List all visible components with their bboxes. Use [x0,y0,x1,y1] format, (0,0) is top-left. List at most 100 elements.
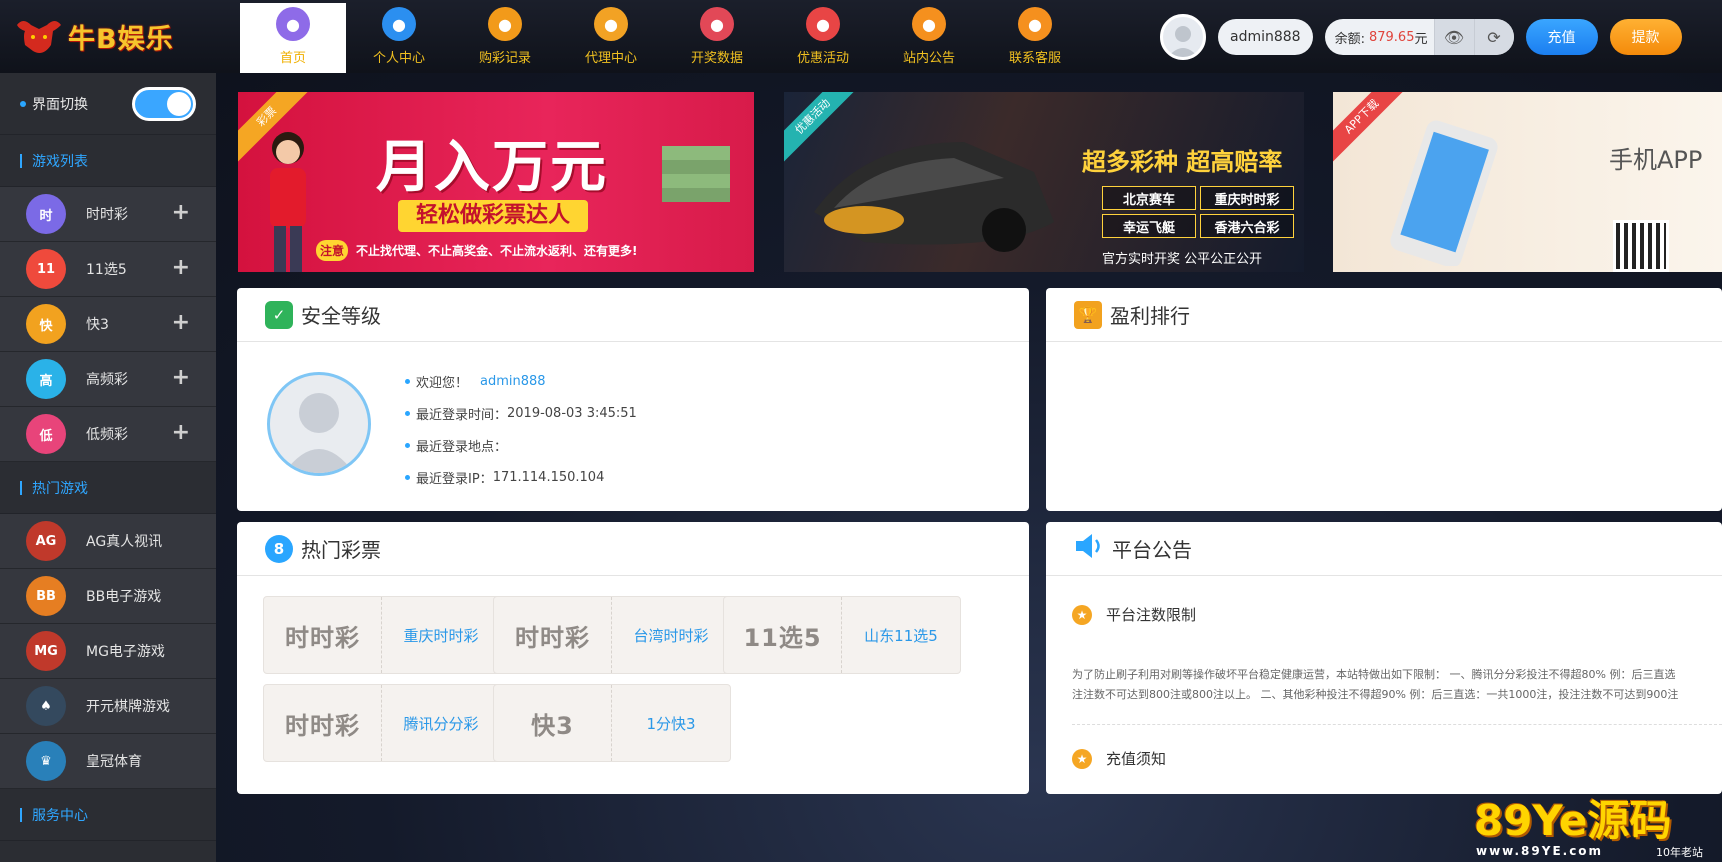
sidebar-item-bb[interactable]: BB BB电子游戏 [0,569,216,624]
banner-foot: 官方实时开奖 公平公正公开 [1102,252,1263,267]
eye-icon[interactable]: 👁 [1433,19,1474,55]
brand-logo[interactable]: 牛B娱乐 [0,0,216,73]
sidebar-item-ssc[interactable]: 时 时时彩 + [0,187,216,242]
sidebar-item-ag[interactable]: AG AG真人视讯 [0,514,216,569]
nav-item-6[interactable]: ● 站内公告 [876,3,982,73]
promo-tag: 北京赛车 [1102,186,1196,210]
qr-code-icon [1613,220,1669,272]
sidebar-item-chess[interactable]: ♠ 开元棋牌游戏 [0,679,216,734]
username-badge: admin888 [1218,19,1313,55]
brand-name: 牛B娱乐 [68,24,174,55]
lottery-name: 重庆时时彩 [403,626,479,645]
hot-games-list: AG AG真人视讯 BB BB电子游戏 MG MG电子游戏 ♠ 开元棋牌游戏 ♛ 皇冠体育 [0,514,216,789]
chat-icon: ● [912,7,946,41]
lottery-logo: 快3 [494,685,612,761]
ranking-panel-head: 🏆 盈利排行 [1046,288,1722,342]
withdraw-button[interactable]: 提款 [1609,19,1682,55]
nav-item-4[interactable]: ● 开奖数据 [664,3,770,73]
balance-value: 879.65 [1368,29,1415,45]
nav-label: 首页 [279,51,306,66]
sidebar-item-label: 快3 [86,317,109,333]
watermark: 89Ye源码 www.89YE.com 10年老站 [1468,796,1722,862]
nav-item-7[interactable]: ● 联系客服 [982,3,1088,73]
balance-label: 余额: [1334,31,1365,47]
expand-plus-icon[interactable]: + [172,366,190,390]
banner-promo[interactable]: 优惠活动 超多彩种 超高赔率 北京赛车 重庆时时彩 幸运飞艇 香港六合彩 官方实时开奖… [784,92,1304,272]
sidebar-item-mg[interactable]: MG MG电子游戏 [0,624,216,679]
service-section-title: 服务中心 [0,789,216,841]
games-list: 时 时时彩 +11 11选5 + 快 快3 + 高 高频彩 + 低 低频彩 + [0,187,216,462]
bb-icon: BB [26,576,66,616]
expand-plus-icon[interactable]: + [172,311,190,335]
sidebar-item-low-freq[interactable]: 低 低频彩 + [0,407,216,462]
gift-icon: ● [806,7,840,41]
security-avatar [267,372,371,476]
last-login-ip-line: 最近登录IP： 171.114.150.104 [405,468,604,487]
lottery-name: 山东11选5 [864,626,938,645]
sidebar-item-k3[interactable]: 快 快3 + [0,297,216,352]
car-graphic [804,112,1064,262]
promo-tag: 香港六合彩 [1200,214,1294,238]
interface-toggle[interactable] [132,86,196,121]
phone-graphic [1387,116,1507,268]
last-login-place-line: 最近登录地点： [405,436,507,455]
banner-app[interactable]: APP下载 手机APP [1333,92,1722,272]
ball-eight-icon: 8 [265,534,293,563]
lottery-card[interactable]: 时时彩 腾讯分分彩 [263,684,501,762]
banner-sub: 轻松做彩票达人 [398,200,589,232]
notice-panel: 平台公告 ★ 平台注数限制 为了防止刷子利用对刷等操作破坏平台稳定健康运营，本站… [1046,522,1722,794]
headset-icon: ● [1018,7,1052,41]
star-icon: ★ [1072,748,1092,769]
banner-headline: 月入万元 [376,135,608,200]
nav-item-0[interactable]: ● 首页 [240,3,346,73]
banner-headline: 超多彩种 超高赔率 [1082,148,1283,176]
star-icon: ★ [1072,604,1092,625]
avatar[interactable] [1160,14,1206,60]
sidebar-item-crown[interactable]: ♛ 皇冠体育 [0,734,216,789]
note-text: 不止找代理、不止高奖金、不止流水返利、还有更多! [356,244,638,258]
sidebar-item-11x5[interactable]: 11 11选5 + [0,242,216,297]
banner-lottery[interactable]: 彩票 月入万元 轻松做彩票达人 注意 不止找代理、不止高奖金、不止流水返利、还有… [238,92,754,272]
lottery-card[interactable]: 11选5 山东11选5 [723,596,961,674]
nav-item-3[interactable]: ● 代理中心 [558,3,664,73]
mg-icon: MG [26,631,66,671]
notice-text-line-1: 为了防止刷子利用对刷等操作破坏平台稳定健康运营，本站特做出如下限制： 一、腾讯分… [1072,668,1676,681]
banner-headline: 手机APP [1609,146,1703,174]
sidebar-item-label: 开元棋牌游戏 [86,699,170,715]
notice-item-1[interactable]: ★ 平台注数限制 [1072,604,1196,625]
bull-icon [10,13,68,61]
hot-lottery-title: 热门彩票 [301,538,381,562]
refresh-icon[interactable]: ⟳ [1473,19,1514,55]
expand-plus-icon[interactable]: + [172,201,190,225]
expand-plus-icon[interactable]: + [172,256,190,280]
welcome-user[interactable]: admin888 [480,374,546,389]
hot-section-title: 热门游戏 [0,462,216,514]
nav-item-5[interactable]: ● 优惠活动 [770,3,876,73]
lottery-card[interactable]: 时时彩 重庆时时彩 [263,596,501,674]
nav-item-1[interactable]: ● 个人中心 [346,3,452,73]
crown-icon: ♛ [26,741,66,781]
expand-plus-icon[interactable]: + [172,421,190,445]
agents-icon: ● [594,7,628,41]
lottery-card[interactable]: 时时彩 台湾时时彩 [493,596,731,674]
nav-item-2[interactable]: ● 购彩记录 [452,3,558,73]
last-login-ip: 171.114.150.104 [492,470,605,485]
sidebar-item-label: 低频彩 [86,427,128,443]
lottery-icon: ● [488,7,522,41]
security-panel: ✓ 安全等级 欢迎您！ admin888 最近登录时间： 2019-08-03 … [237,288,1029,511]
recharge-button[interactable]: 充值 [1525,19,1598,55]
speaker-icon [1074,532,1104,565]
lottery-card[interactable]: 快3 1分快3 [493,684,731,762]
chess-icon: ♠ [26,686,66,726]
sidebar-item-label: 11选5 [86,262,127,278]
watermark-text: 89Ye源码 [1474,796,1672,845]
last-login-place-label: 最近登录地点： [416,440,508,455]
ranking-title: 盈利排行 [1110,304,1190,328]
money-stack-icon [656,138,736,218]
note-tag: 注意 [316,240,349,261]
lottery-logo: 时时彩 [264,685,382,761]
low-freq-icon: 低 [26,414,66,454]
sidebar-item-label: MG电子游戏 [86,644,165,660]
sidebar-item-high-freq[interactable]: 高 高频彩 + [0,352,216,407]
notice-item-2[interactable]: ★ 充值须知 [1072,748,1166,769]
